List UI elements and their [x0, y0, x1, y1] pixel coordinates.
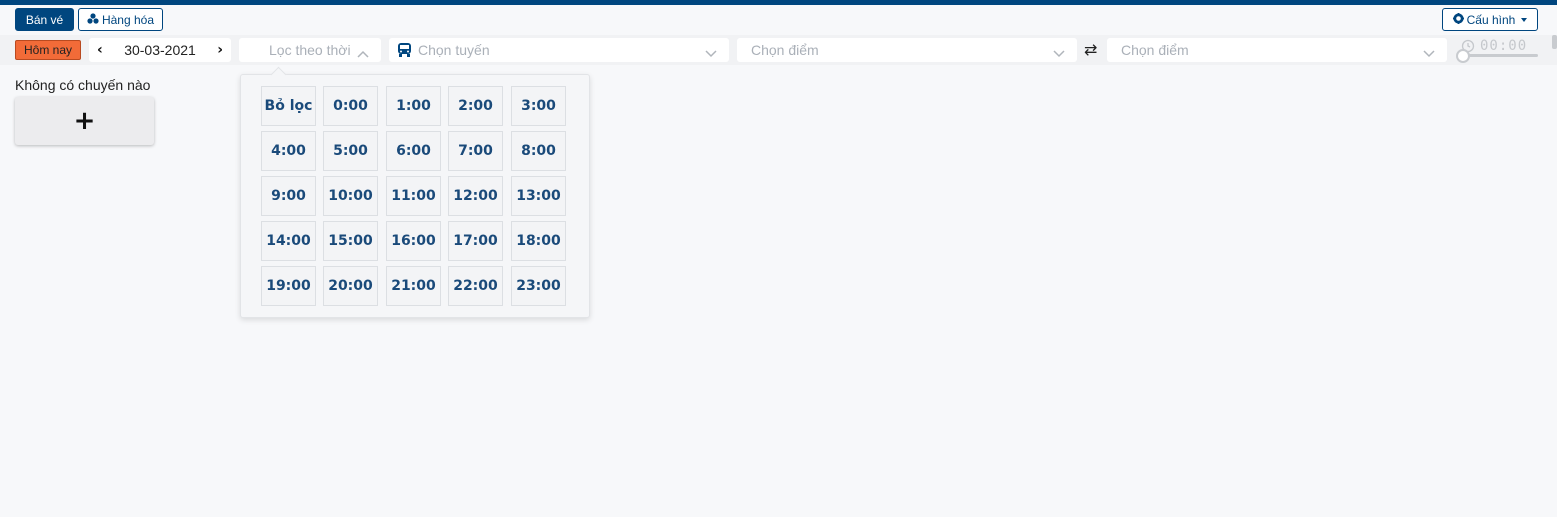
date-value: 30-03-2021 [124, 42, 196, 58]
time-option[interactable]: 9:00 [261, 176, 316, 216]
time-option[interactable]: 18:00 [511, 221, 566, 261]
time-option[interactable]: 17:00 [448, 221, 503, 261]
time-filter-placeholder: Lọc theo thời [269, 42, 351, 58]
time-option[interactable]: 14:00 [261, 221, 316, 261]
time-option[interactable]: 13:00 [511, 176, 566, 216]
clear-filter-option[interactable]: Bỏ lọc [261, 86, 316, 126]
config-dropdown-button[interactable]: Cấu hình [1442, 8, 1538, 31]
time-option[interactable]: 23:00 [511, 266, 566, 306]
goods-label: Hàng hóa [101, 12, 155, 27]
scrollbar[interactable] [1552, 35, 1557, 49]
time-option[interactable]: 19:00 [261, 266, 316, 306]
today-button[interactable]: Hôm nay [15, 40, 81, 60]
to-point-select[interactable]: Chọn điểm [1107, 38, 1447, 62]
chevron-down-icon [1053, 45, 1065, 61]
time-option[interactable]: 16:00 [386, 221, 441, 261]
chevron-left-icon[interactable]: ‹ [97, 42, 103, 58]
sell-ticket-button[interactable]: Bán vé [15, 8, 74, 31]
chevron-down-icon [705, 45, 717, 61]
empty-trips-message: Không có chuyến nào [15, 77, 151, 93]
cubes-icon [87, 12, 102, 27]
date-picker[interactable]: ‹ 30-03-2021 › [89, 38, 231, 62]
caret-down-icon [1521, 17, 1528, 22]
time-option[interactable]: 4:00 [261, 131, 316, 171]
chevron-down-icon [1423, 45, 1435, 61]
plus-icon: + [73, 106, 96, 136]
add-trip-button[interactable]: + [15, 97, 154, 145]
sell-ticket-label: Bán vé [25, 12, 64, 27]
time-filter-dropdown: Bỏ lọc 0:00 1:00 2:00 3:00 4:00 5:00 6:00 7:00 8:… [240, 74, 590, 318]
time-value: 00:00 [1480, 38, 1528, 54]
time-slider-thumb[interactable] [1456, 49, 1470, 63]
time-option[interactable]: 6:00 [386, 131, 441, 171]
time-option[interactable]: 8:00 [511, 131, 566, 171]
top-accent-bar [0, 0, 1557, 5]
time-option[interactable]: 15:00 [323, 221, 378, 261]
time-option[interactable]: 11:00 [386, 176, 441, 216]
time-option[interactable]: 5:00 [323, 131, 378, 171]
time-option[interactable]: 21:00 [386, 266, 441, 306]
gear-icon [1452, 12, 1467, 27]
to-point-placeholder: Chọn điểm [1121, 42, 1189, 58]
goods-button[interactable]: Hàng hóa [78, 8, 163, 31]
time-option[interactable]: 0:00 [323, 86, 378, 126]
time-filter-select[interactable]: Lọc theo thời [239, 38, 381, 62]
chevron-right-icon[interactable]: › [217, 42, 223, 58]
from-point-select[interactable]: Chọn điểm [737, 38, 1077, 62]
from-point-placeholder: Chọn điểm [751, 42, 819, 58]
bus-icon [397, 42, 412, 58]
chevron-up-icon [357, 45, 369, 61]
time-slider-track[interactable] [1462, 54, 1538, 57]
time-option[interactable]: 20:00 [323, 266, 378, 306]
route-placeholder: Chọn tuyến [418, 42, 490, 58]
time-option[interactable]: 10:00 [323, 176, 378, 216]
swap-icon[interactable]: ⇄ [1084, 40, 1097, 59]
config-label: Cấu hình [1466, 12, 1516, 27]
time-option[interactable]: 7:00 [448, 131, 503, 171]
time-option[interactable]: 2:00 [448, 86, 503, 126]
time-option[interactable]: 22:00 [448, 266, 503, 306]
time-option[interactable]: 3:00 [511, 86, 566, 126]
time-option[interactable]: 1:00 [386, 86, 441, 126]
time-option[interactable]: 12:00 [448, 176, 503, 216]
route-select[interactable]: Chọn tuyến [389, 38, 729, 62]
